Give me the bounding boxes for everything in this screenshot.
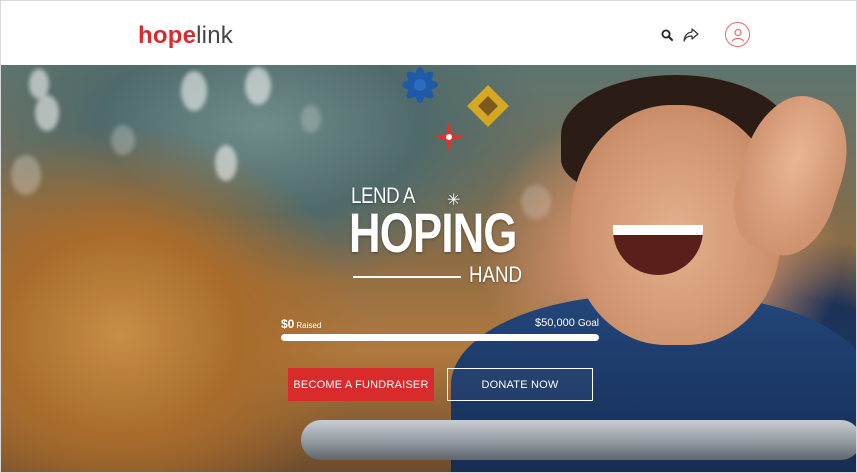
raised-label: Raised [296,321,322,330]
goal-label: Goal [577,318,599,329]
goal-value: $50,000 [535,317,575,329]
site-header: hopelink [1,1,856,65]
hopelink-logo[interactable]: hopelink [138,21,233,51]
share-icon[interactable] [681,25,701,45]
gold-diamond-icon [467,85,509,127]
headline-divider [353,276,461,278]
headline-hoping: HOPING [349,201,517,264]
become-fundraiser-button[interactable]: BECOME A FUNDRAISER [288,368,434,401]
bokeh-light [521,185,551,219]
goal-amount: $50,000 Goal [535,317,599,329]
cart-handle [301,420,856,460]
raised-amount: $0 Raised [281,317,321,331]
user-avatar-icon[interactable] [725,22,750,47]
donate-now-button[interactable]: DONATE NOW [447,368,593,401]
progress-bar [281,334,599,341]
red-star-icon [433,121,465,153]
search-icon[interactable] [657,25,677,45]
fundraising-progress: $0 Raised $50,000 Goal [281,317,599,347]
page-frame: hopelink LEND A ✳ HOPING HAND $0 Raised … [0,0,857,473]
logo-part-hope: hope [138,22,197,49]
logo-part-link: link [196,22,233,49]
hero-banner: LEND A ✳ HOPING HAND $0 Raised $50,000 Go… [1,65,856,472]
bokeh-light [111,125,135,155]
headline-hand: HAND [469,262,522,287]
bokeh-light [35,95,59,131]
bokeh-light [245,67,271,105]
bokeh-light [11,155,41,195]
bokeh-light [181,71,207,111]
bokeh-light [215,145,237,181]
raised-value: $0 [281,317,295,331]
blue-flower-icon [402,67,438,103]
bokeh-light [301,105,321,133]
